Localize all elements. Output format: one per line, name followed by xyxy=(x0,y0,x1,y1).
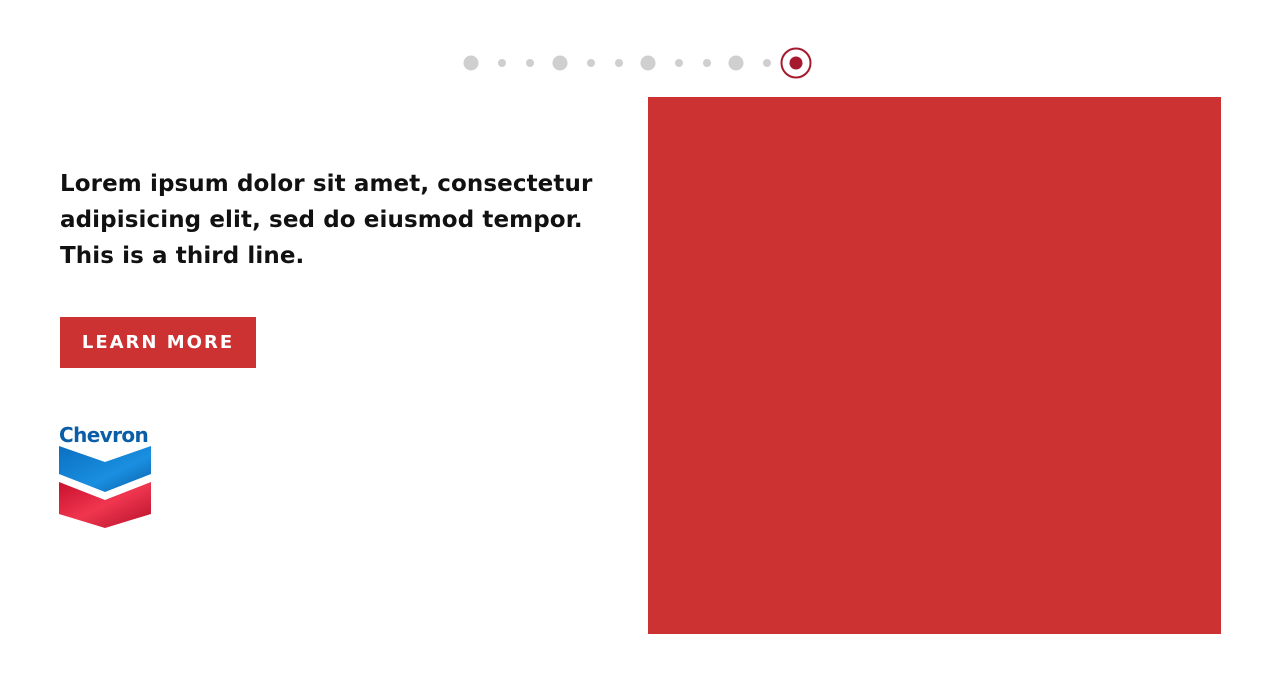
hero-image-panel xyxy=(648,97,1221,634)
pager-dot[interactable] xyxy=(463,55,479,71)
pager-dot[interactable] xyxy=(675,59,683,67)
pager-dot[interactable] xyxy=(587,59,595,67)
pager-dot[interactable] xyxy=(526,59,534,67)
pager-dot[interactable] xyxy=(498,59,506,67)
slide-pager xyxy=(0,46,1280,80)
chevron-emblem-icon xyxy=(59,446,151,528)
pager-dot[interactable] xyxy=(763,59,771,67)
pager-dot[interactable] xyxy=(728,55,744,71)
pager-dot-active[interactable] xyxy=(780,47,812,79)
pager-dot[interactable] xyxy=(552,55,568,71)
hero-headline: Lorem ipsum dolor sit amet, consectetur … xyxy=(60,171,593,269)
chevron-logo[interactable]: Chevron xyxy=(58,424,154,530)
pager-dot[interactable] xyxy=(640,55,656,71)
learn-more-button[interactable]: LEARN MORE xyxy=(60,317,256,368)
logo-wordmark: Chevron xyxy=(59,423,149,447)
pager-dot[interactable] xyxy=(615,59,623,67)
pager-dot[interactable] xyxy=(703,59,711,67)
